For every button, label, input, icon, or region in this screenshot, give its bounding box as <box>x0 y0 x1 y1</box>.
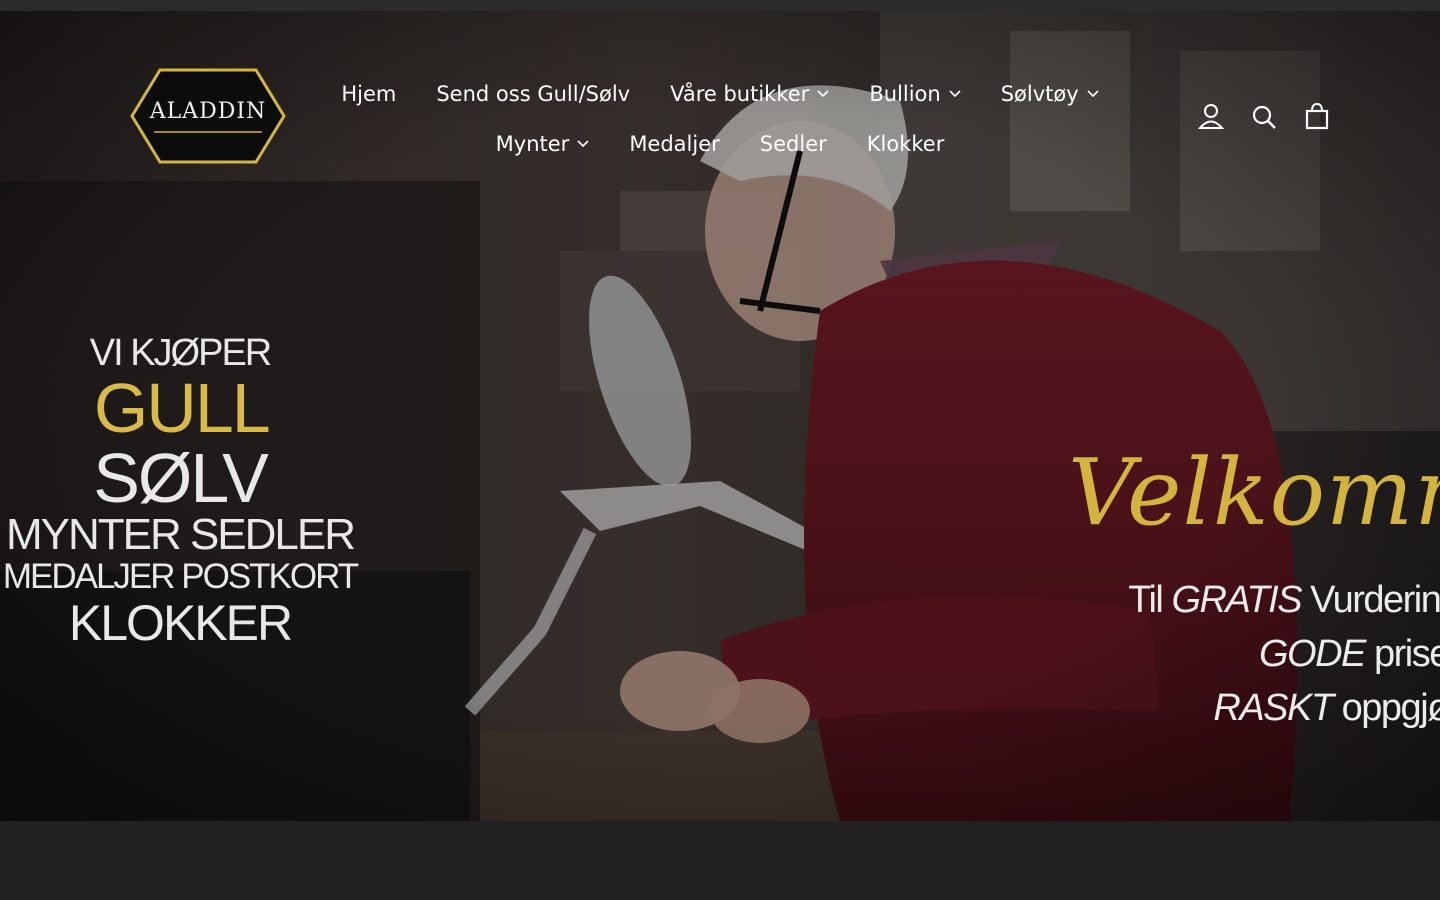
hero-right-priser: priser <box>1373 633 1440 675</box>
nav-item-solvtoy[interactable]: Sølvtøy <box>1001 82 1099 106</box>
top-strip <box>0 0 1440 11</box>
user-icon[interactable] <box>1196 101 1226 133</box>
nav-item-label: Medaljer <box>629 132 720 156</box>
nav-item-label: Sedler <box>759 132 827 156</box>
main-navigation: Hjem Send oss Gull/Sølv Våre butikker Bu… <box>330 69 1110 169</box>
nav-item-label: Hjem <box>341 82 397 106</box>
hero-line-5: KLOKKER <box>68 595 293 651</box>
hero-banner: ALADDIN Hjem Send oss Gull/Sølv Våre but… <box>0 11 1440 821</box>
hero-right-text: Til GRATIS Vurdering GODE priser RASKT o… <box>1100 573 1440 735</box>
nav-item-mynter[interactable]: Mynter <box>496 132 590 156</box>
nav-item-label: Sølvtøy <box>1000 82 1079 106</box>
nav-item-label: Klokker <box>866 132 945 156</box>
nav-item-send-oss[interactable]: Send oss Gull/Sølv <box>436 82 630 106</box>
nav-item-label: Mynter <box>495 132 570 156</box>
chevron-down-icon <box>577 140 589 148</box>
hero-right-oppgjor: oppgjør <box>1341 687 1440 729</box>
chevron-down-icon <box>949 90 961 98</box>
nav-item-label: Våre butikker <box>670 82 810 106</box>
nav-item-label: Bullion <box>869 82 941 106</box>
hero-line-1: VI KJØPER <box>89 332 273 374</box>
chevron-down-icon <box>1087 90 1099 98</box>
hero-right-gode: GODE <box>1259 633 1366 675</box>
chevron-down-icon <box>817 90 829 98</box>
hero-gull: GULL <box>93 369 268 447</box>
header-icons <box>1196 101 1336 137</box>
hero-right-til: Til <box>1128 579 1164 621</box>
hero-left-text: VI KJØPER GULL SØLV MYNTER SEDLER MEDALJ… <box>0 333 360 649</box>
nav-item-label: Send oss Gull/Sølv <box>436 82 631 106</box>
hero-right-line-2: GODE priser <box>1100 627 1440 681</box>
page-below-hero <box>0 821 1440 900</box>
nav-item-medaljer[interactable]: Medaljer <box>629 132 719 156</box>
nav-item-sedler[interactable]: Sedler <box>760 132 827 156</box>
hero-line-2: GULL SØLV <box>0 373 360 513</box>
nav-row-primary: Hjem Send oss Gull/Sølv Våre butikker Bu… <box>330 69 1110 119</box>
hero-line-3: MYNTER SEDLER <box>5 510 356 559</box>
nav-item-klokker[interactable]: Klokker <box>867 132 945 156</box>
hero-right-line-3: RASKT oppgjør <box>1100 681 1440 735</box>
search-icon[interactable] <box>1249 101 1279 133</box>
nav-row-secondary: Mynter Medaljer Sedler Klokker <box>330 119 1110 169</box>
hero-right-raskt: RASKT <box>1213 687 1334 729</box>
nav-item-hjem[interactable]: Hjem <box>341 82 396 106</box>
cart-icon[interactable] <box>1302 101 1332 133</box>
hero-right-line-1: Til GRATIS Vurdering <box>1100 573 1440 627</box>
hero-line-4: MEDALJER POSTKORT <box>2 557 359 596</box>
nav-item-vare-butikker[interactable]: Våre butikker <box>670 82 829 106</box>
logo-text: ALADDIN <box>149 99 267 124</box>
nav-item-bullion[interactable]: Bullion <box>869 82 961 106</box>
site-logo[interactable]: ALADDIN <box>130 66 286 166</box>
hero-welcome: Velkommen <box>1068 439 1440 546</box>
hero-right-vurdering: Vurdering <box>1310 579 1440 621</box>
hero-solv: SØLV <box>93 439 269 517</box>
hero-right-gratis: GRATIS <box>1171 579 1302 621</box>
